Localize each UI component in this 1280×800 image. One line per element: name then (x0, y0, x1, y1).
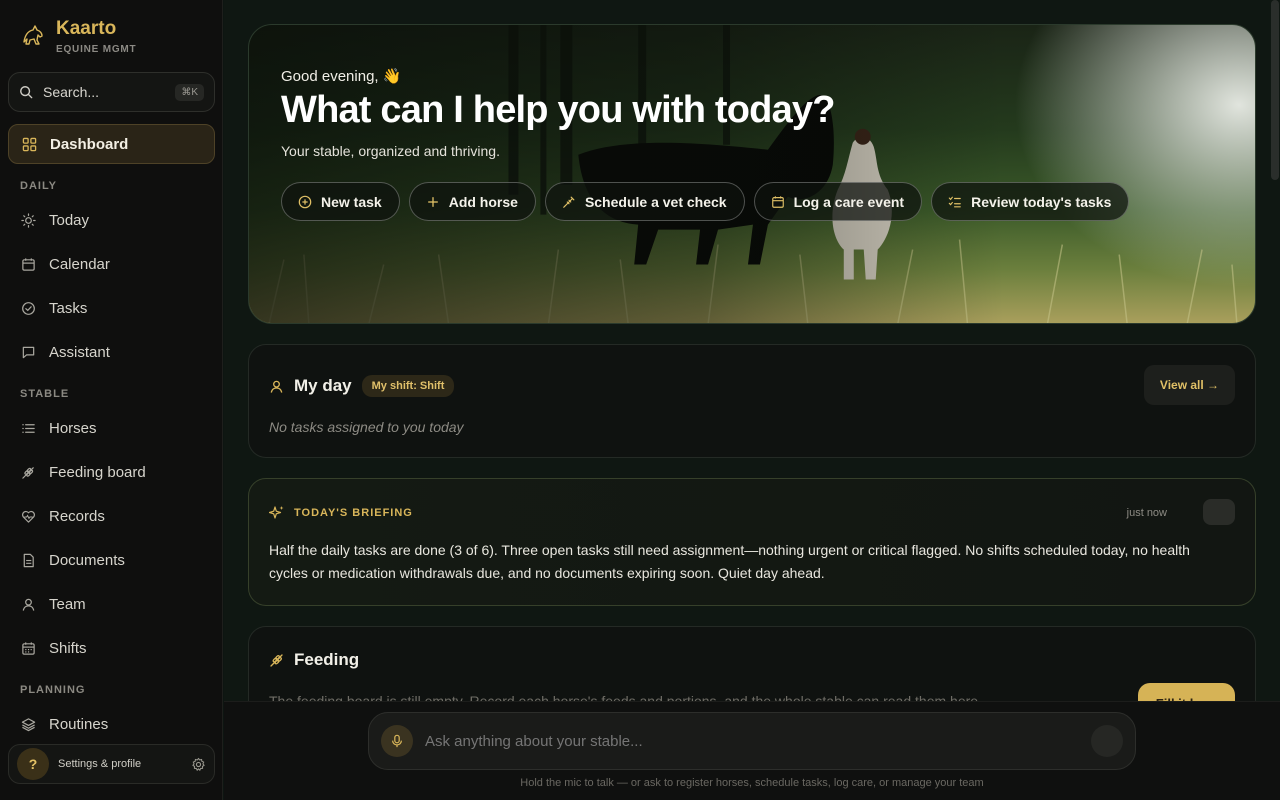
hero-banner: Good evening, 👋 What can I help you with… (248, 24, 1256, 324)
wheat-icon (270, 654, 283, 667)
calendar-icon (22, 257, 35, 271)
grid-icon (22, 137, 37, 151)
my-day-card: My day My shift: Shift View all → No tas… (248, 344, 1256, 458)
section-label-planning: PLANNING (20, 684, 86, 696)
sidebar-item-label: Calendar (49, 255, 110, 273)
briefing-title: TODAY'S BRIEFING (294, 507, 413, 519)
sidebar-item-label: Shifts (49, 639, 87, 657)
view-all-button[interactable]: View all → (1144, 365, 1235, 405)
sidebar-item-assistant[interactable]: Assistant (8, 332, 215, 372)
check-circle-icon (22, 301, 35, 315)
chat-icon (22, 346, 35, 358)
sidebar-item-label: Routines (49, 715, 109, 733)
sidebar-item-documents[interactable]: Documents (8, 540, 215, 580)
main-content: Good evening, 👋 What can I help you with… (224, 0, 1280, 800)
sidebar-item-feeding-board[interactable]: Feeding board (8, 452, 215, 492)
review-tasks-button[interactable]: Review today's tasks (931, 182, 1130, 221)
page-title: What can I help you with today? (281, 89, 835, 131)
schedule-vet-check-button[interactable]: Schedule a vet check (544, 182, 745, 221)
mic-icon (392, 734, 402, 748)
sun-icon (21, 212, 36, 228)
section-label-daily: DAILY (20, 180, 57, 192)
sidebar-item-tasks[interactable]: Tasks (8, 288, 215, 328)
checklist-icon (948, 196, 961, 207)
mic-button[interactable] (381, 725, 413, 757)
sidebar-item-today[interactable]: Today (8, 200, 215, 240)
briefing-card: TODAY'S BRIEFING just now Half the daily… (248, 478, 1256, 606)
add-horse-button[interactable]: Add horse (408, 182, 536, 221)
layers-icon (21, 717, 36, 731)
user-icon (270, 380, 283, 393)
sidebar-item-label: Documents (49, 551, 125, 569)
document-icon (23, 553, 34, 567)
card-title: Feeding (294, 650, 360, 669)
greeting: Good evening, 👋 (281, 68, 402, 85)
search-shortcut: ⌘K (175, 83, 204, 101)
briefing-timestamp: just now (1126, 507, 1167, 519)
search-placeholder: Search... (43, 84, 100, 100)
list-icon (22, 423, 35, 433)
sidebar-item-label: Dashboard (50, 135, 129, 153)
brand-name: Kaarto (56, 18, 117, 39)
brand-subtitle: EQUINE MGMT (56, 44, 137, 55)
send-button[interactable] (1091, 725, 1123, 757)
syringe-icon (563, 196, 575, 208)
empty-state: No tasks assigned to you today (269, 419, 464, 435)
settings-profile-button[interactable]: ? Settings & profile (8, 744, 215, 784)
sidebar-item-horses[interactable]: Horses (8, 408, 215, 448)
action-label: Review today's tasks (971, 193, 1112, 210)
plus-circle-icon (298, 195, 312, 208)
sidebar-item-routines[interactable]: Routines (8, 704, 215, 744)
action-label: Schedule a vet check (584, 193, 727, 210)
sidebar-item-label: Team (49, 595, 86, 613)
plus-icon (427, 196, 438, 207)
search-icon (20, 86, 33, 99)
tagline: Your stable, organized and thriving. (281, 143, 500, 159)
log-care-event-button[interactable]: Log a care event (753, 182, 923, 221)
composer-hint: Hold the mic to talk — or ask to registe… (520, 777, 984, 789)
shift-badge[interactable]: My shift: Shift (361, 375, 455, 397)
sidebar-item-calendar[interactable]: Calendar (8, 244, 215, 284)
card-title: My day (294, 376, 352, 395)
section-label-stable: STABLE (20, 388, 70, 400)
brand[interactable]: Kaarto EQUINE MGMT (20, 18, 136, 55)
wheat-icon (22, 466, 34, 479)
sidebar-item-label: Tasks (49, 299, 88, 317)
quick-actions: New task Add horse Schedule a vet check … (281, 182, 1130, 221)
briefing-header: TODAY'S BRIEFING (269, 505, 413, 521)
sidebar-item-records[interactable]: Records (8, 496, 215, 536)
action-label: Log a care event (793, 193, 905, 210)
sparkles-icon (269, 506, 284, 519)
refresh-briefing-button[interactable] (1203, 499, 1235, 525)
sidebar-item-label: Assistant (49, 343, 110, 361)
action-label: Add horse (448, 193, 518, 210)
sidebar: Kaarto EQUINE MGMT Search... ⌘K Dashboar… (0, 0, 223, 800)
assistant-input[interactable] (425, 732, 1091, 750)
sidebar-item-label: Today (49, 211, 90, 229)
sidebar-item-label: Records (49, 507, 105, 525)
new-task-button[interactable]: New task (281, 182, 400, 221)
heart-pulse-icon (22, 510, 35, 523)
my-day-header: My day My shift: Shift (269, 375, 455, 397)
gear-icon[interactable] (191, 757, 206, 772)
avatar: ? (17, 748, 49, 780)
calendar-grid-icon (22, 641, 35, 655)
profile-label: Settings & profile (58, 758, 142, 770)
action-label: New task (321, 193, 382, 210)
assistant-composer (368, 712, 1136, 770)
briefing-text: Half the daily tasks are done (3 of 6). … (269, 542, 1190, 581)
user-icon (22, 598, 35, 611)
sidebar-item-shifts[interactable]: Shifts (8, 628, 215, 668)
search-input[interactable]: Search... ⌘K (8, 72, 215, 112)
sidebar-item-label: Feeding board (49, 463, 146, 481)
sidebar-item-label: Horses (49, 419, 97, 437)
sidebar-item-dashboard[interactable]: Dashboard (8, 124, 215, 164)
scrollbar[interactable] (1271, 0, 1279, 180)
calendar-check-icon (771, 195, 784, 208)
sidebar-item-team[interactable]: Team (8, 584, 215, 624)
assistant-composer-bar: Hold the mic to talk — or ask to registe… (224, 701, 1280, 800)
feeding-header: Feeding (269, 650, 359, 670)
horse-logo-icon (23, 25, 43, 45)
